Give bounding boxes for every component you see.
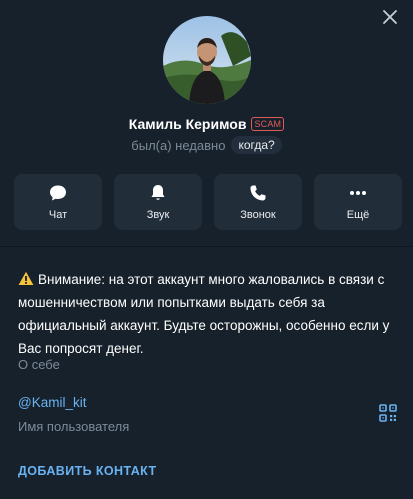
- username-label: Имя пользователя: [18, 419, 130, 434]
- qr-code-icon[interactable]: [379, 404, 397, 422]
- add-contact-button[interactable]: ДОБАВИТЬ КОНТАКТ: [18, 464, 157, 478]
- when-button[interactable]: когда?: [231, 136, 282, 154]
- about-label: О себе: [18, 357, 60, 372]
- phone-icon: [250, 185, 266, 201]
- more-button[interactable]: Ещё: [314, 174, 402, 230]
- avatar[interactable]: [163, 16, 251, 104]
- last-seen-status: был(а) недавно: [131, 137, 226, 153]
- more-label: Ещё: [346, 209, 370, 221]
- sound-button[interactable]: Звук: [114, 174, 202, 230]
- name-row: Камиль Керимов SCAM: [0, 116, 413, 132]
- profile-name: Камиль Керимов: [128, 116, 247, 132]
- call-button[interactable]: Звонок: [214, 174, 302, 230]
- action-bar: Чат Звук Звонок Ещё: [14, 174, 402, 230]
- more-icon: [350, 191, 366, 195]
- sound-label: Звук: [146, 209, 170, 221]
- warning-icon: [18, 271, 34, 285]
- scam-warning: Внимание: на этот аккаунт много жаловали…: [18, 268, 398, 360]
- warning-text: Внимание: на этот аккаунт много жаловали…: [18, 272, 390, 356]
- scam-badge: SCAM: [251, 117, 285, 131]
- username-value[interactable]: @Kamil_kit: [18, 395, 86, 410]
- chat-label: Чат: [48, 209, 68, 221]
- call-label: Звонок: [240, 209, 276, 221]
- bell-icon: [151, 185, 165, 200]
- chat-icon: [50, 185, 66, 201]
- chat-button[interactable]: Чат: [14, 174, 102, 230]
- status-row: был(а) недавно когда?: [0, 136, 413, 154]
- close-icon[interactable]: [381, 8, 399, 26]
